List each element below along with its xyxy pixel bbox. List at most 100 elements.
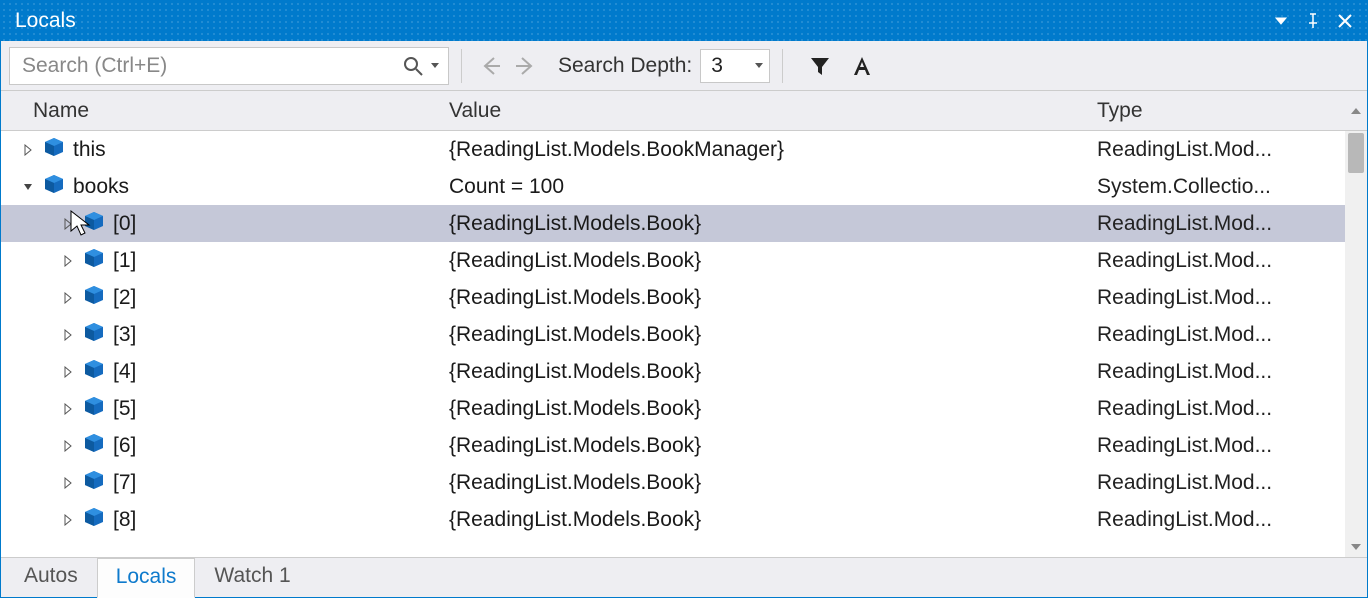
variable-name: [5] [113, 397, 136, 421]
expander-button[interactable] [59, 215, 77, 233]
object-icon [83, 247, 113, 275]
titlebar: Locals [1, 1, 1367, 41]
expander-button[interactable] [59, 326, 77, 344]
variable-name: [0] [113, 212, 136, 236]
close-button[interactable] [1331, 7, 1359, 35]
value-cell[interactable]: {ReadingList.Models.Book} [449, 286, 1097, 310]
type-cell: ReadingList.Mod... [1097, 508, 1345, 532]
variable-name: [2] [113, 286, 136, 310]
value-cell[interactable]: {ReadingList.Models.Book} [449, 323, 1097, 347]
name-cell: [0] [19, 210, 449, 238]
tab-autos[interactable]: Autos [5, 557, 97, 597]
scrollbar-thumb[interactable] [1348, 133, 1364, 173]
expander-button[interactable] [59, 511, 77, 529]
tab-locals[interactable]: Locals [97, 558, 196, 598]
search-depth-select[interactable]: 3 [700, 49, 770, 83]
value-cell[interactable]: {ReadingList.Models.Book} [449, 471, 1097, 495]
expander-button[interactable] [19, 141, 37, 159]
value-cell[interactable]: {ReadingList.Models.Book} [449, 360, 1097, 384]
type-cell: System.Collectio... [1097, 175, 1345, 199]
name-cell: [3] [19, 321, 449, 349]
variable-name: books [73, 175, 129, 199]
nav-back-button[interactable] [474, 49, 508, 83]
expander-button[interactable] [59, 437, 77, 455]
variable-name: [3] [113, 323, 136, 347]
bottom-tabs: AutosLocalsWatch 1 [1, 557, 1367, 597]
expander-button[interactable] [59, 363, 77, 381]
object-icon [83, 432, 113, 460]
table-row[interactable]: this {ReadingList.Models.BookManager}Read… [1, 131, 1345, 168]
value-cell[interactable]: {ReadingList.Models.Book} [449, 249, 1097, 273]
name-cell: [4] [19, 358, 449, 386]
column-name-header[interactable]: Name [19, 99, 449, 123]
variable-name: [6] [113, 434, 136, 458]
object-icon [83, 395, 113, 423]
variable-name: this [73, 138, 106, 162]
object-icon [43, 136, 73, 164]
search-dropdown-button[interactable] [428, 61, 442, 71]
value-cell[interactable]: {ReadingList.Models.Book} [449, 508, 1097, 532]
expander-button[interactable] [19, 178, 37, 196]
type-cell: ReadingList.Mod... [1097, 323, 1345, 347]
name-cell: [7] [19, 469, 449, 497]
expander-button[interactable] [59, 400, 77, 418]
table-row[interactable]: [8]{ReadingList.Models.Book}ReadingList.… [1, 501, 1345, 538]
search-box[interactable] [9, 47, 449, 85]
nav-forward-button[interactable] [508, 49, 542, 83]
search-icon[interactable] [402, 55, 424, 77]
name-cell: this [19, 136, 449, 164]
type-cell: ReadingList.Mod... [1097, 212, 1345, 236]
value-cell[interactable]: Count = 100 [449, 175, 1097, 199]
vertical-scrollbar[interactable] [1345, 131, 1367, 557]
search-input[interactable] [20, 53, 402, 79]
locals-panel: Locals Search Depth: [0, 0, 1368, 598]
table-row[interactable]: books Count = 100System.Collectio... [1, 168, 1345, 205]
object-icon [83, 284, 113, 312]
type-cell: ReadingList.Mod... [1097, 397, 1345, 421]
panel-title: Locals [15, 9, 76, 33]
expander-button[interactable] [59, 252, 77, 270]
type-cell: ReadingList.Mod... [1097, 138, 1345, 162]
value-cell[interactable]: {ReadingList.Models.Book} [449, 397, 1097, 421]
search-depth-label: Search Depth: [558, 54, 692, 78]
chevron-down-icon [751, 61, 767, 71]
name-cell: books [19, 173, 449, 201]
type-cell: ReadingList.Mod... [1097, 471, 1345, 495]
table-row[interactable]: [1] {ReadingList.Models.Book}ReadingList.… [1, 242, 1345, 279]
filter-button[interactable] [803, 49, 837, 83]
table-row[interactable]: [5] {ReadingList.Models.Book}ReadingList.… [1, 390, 1345, 427]
table-row[interactable]: [4]{ReadingList.Models.Book}ReadingList.… [1, 353, 1345, 390]
name-cell: [1] [19, 247, 449, 275]
table-row[interactable]: [6] {ReadingList.Models.Book}ReadingList.… [1, 427, 1345, 464]
name-cell: [2] [19, 284, 449, 312]
variable-name: [1] [113, 249, 136, 273]
name-cell: [6] [19, 432, 449, 460]
object-icon [83, 469, 113, 497]
toolbar-separator [782, 49, 783, 83]
table-row[interactable]: [2] {ReadingList.Models.Book}ReadingList.… [1, 279, 1345, 316]
search-depth-value: 3 [711, 54, 723, 78]
type-cell: ReadingList.Mod... [1097, 434, 1345, 458]
tab-watch-1[interactable]: Watch 1 [195, 557, 309, 597]
expander-button[interactable] [59, 289, 77, 307]
scroll-up-button[interactable] [1345, 105, 1367, 117]
text-visualizer-button[interactable] [845, 49, 879, 83]
type-cell: ReadingList.Mod... [1097, 286, 1345, 310]
table-row[interactable]: [7]{ReadingList.Models.Book}ReadingList.… [1, 464, 1345, 501]
type-cell: ReadingList.Mod... [1097, 360, 1345, 384]
object-icon [43, 173, 73, 201]
column-type-header[interactable]: Type [1097, 99, 1345, 123]
type-cell: ReadingList.Mod... [1097, 249, 1345, 273]
window-menu-button[interactable] [1267, 7, 1295, 35]
value-cell[interactable]: {ReadingList.Models.Book} [449, 212, 1097, 236]
expander-button[interactable] [59, 474, 77, 492]
toolbar-separator [461, 49, 462, 83]
column-value-header[interactable]: Value [449, 99, 1097, 123]
value-cell[interactable]: {ReadingList.Models.Book} [449, 434, 1097, 458]
toolbar: Search Depth: 3 [1, 41, 1367, 91]
scroll-down-button[interactable] [1345, 537, 1367, 557]
value-cell[interactable]: {ReadingList.Models.BookManager} [449, 138, 1097, 162]
table-row[interactable]: [0] {ReadingList.Models.Book}ReadingList.… [1, 205, 1345, 242]
table-row[interactable]: [3] {ReadingList.Models.Book}ReadingList.… [1, 316, 1345, 353]
pin-button[interactable] [1299, 7, 1327, 35]
